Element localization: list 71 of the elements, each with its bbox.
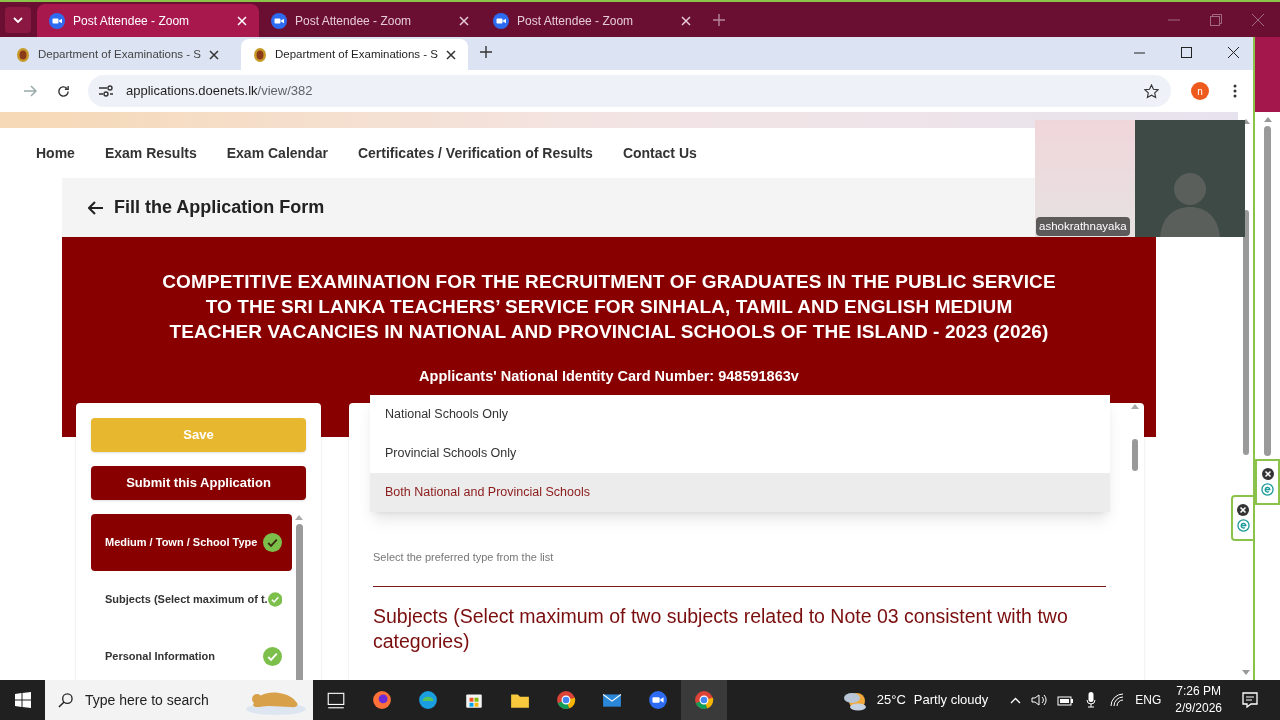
new-tab-icon[interactable] — [480, 46, 492, 58]
exam-title: COMPETITIVE EXAMINATION FOR THE RECRUITMENT OF GRADUATES IN THE PUBLIC SERVICE TO THE SRI LANKA TEACHERS’ SERVICE FOR SINHALA, TAMIL AND ENGLISH MEDIUM TEACHER VACANCIES IN NATIONAL AND PROVINCIAL SCHOOLS OF THE ISLAND - 2023 (2026) — [162, 270, 1056, 344]
field-hint: Select the preferred type from the list — [373, 550, 555, 565]
weather-condition[interactable]: Partly cloudy — [913, 690, 989, 710]
section-nav-item[interactable]: Medium / Town / School Type — [91, 514, 292, 571]
nav-link[interactable]: Contact Us — [622, 142, 697, 164]
zoom-tab[interactable]: Post Attendee - Zoom — [481, 4, 703, 37]
edge-icon[interactable] — [418, 690, 438, 710]
temperature[interactable]: 25°C — [876, 690, 906, 710]
site-settings-icon[interactable] — [98, 84, 114, 98]
chrome-icon[interactable] — [694, 690, 714, 710]
dropdown-option[interactable]: National Schools Only — [370, 395, 1110, 434]
extension-widget[interactable] — [1255, 459, 1280, 505]
zoom-tab[interactable]: Post Attendee - Zoom — [259, 4, 481, 37]
nic-number: Applicants' National Identity Card Number: 948591863v — [419, 367, 799, 386]
emblem-icon — [253, 46, 267, 63]
close-icon[interactable] — [1228, 47, 1239, 58]
clock-time: 7:26 PM — [1176, 683, 1221, 700]
clock[interactable]: 7:26 PM 2/9/2026 — [1175, 683, 1222, 717]
speaker-icon[interactable] — [1031, 693, 1048, 707]
notification-icon[interactable] — [1242, 692, 1258, 708]
search-placeholder: Type here to search — [85, 690, 209, 710]
video-camera-icon — [49, 12, 65, 29]
zoom-app-icon[interactable] — [648, 690, 668, 710]
page-title: Fill the Application Form — [114, 196, 325, 219]
participant-name: ashokrathnayaka — [1036, 216, 1130, 236]
video-camera-icon — [271, 12, 287, 29]
bookmark-star-icon[interactable] — [1144, 83, 1159, 99]
zoom-tab[interactable]: Post Attendee - Zoom — [37, 4, 259, 37]
url-text: applications.doenets.lk/view/382 — [126, 82, 313, 101]
input-language[interactable]: ENG — [1135, 691, 1162, 709]
windows-start-icon[interactable] — [15, 692, 31, 708]
nav-link[interactable]: Exam Calendar — [226, 142, 328, 164]
maximize-icon[interactable] — [1181, 47, 1192, 58]
close-icon[interactable] — [209, 49, 219, 60]
chevron-down-icon — [13, 16, 23, 23]
wifi-icon[interactable] — [1110, 693, 1126, 707]
task-view-icon[interactable] — [326, 690, 346, 710]
battery-icon[interactable] — [1057, 694, 1075, 706]
search-icon — [58, 692, 73, 708]
browser-tab[interactable]: Department of Examinations - S — [4, 39, 231, 70]
close-icon[interactable] — [1237, 504, 1249, 516]
scroll-down-icon[interactable] — [1241, 670, 1250, 676]
firefox-icon[interactable] — [372, 690, 392, 710]
dropdown-option[interactable]: Provincial Schools Only — [370, 434, 1110, 473]
extension-widget[interactable] — [1231, 495, 1253, 541]
tab-list-button[interactable] — [5, 6, 31, 33]
nav-link[interactable]: Exam Results — [104, 142, 197, 164]
address-bar[interactable]: applications.doenets.lk/view/382 — [88, 75, 1171, 107]
scrollbar[interactable] — [295, 514, 303, 680]
browser-tab[interactable]: Department of Examinations - S — [241, 39, 468, 70]
chrome-icon[interactable] — [556, 690, 576, 710]
menu-icon[interactable] — [1233, 84, 1237, 98]
submit-button[interactable]: Submit this Application — [91, 466, 306, 500]
window-scrollbar[interactable] — [1264, 126, 1271, 456]
reload-icon[interactable] — [57, 84, 70, 98]
close-icon[interactable] — [1261, 468, 1274, 480]
back-arrow-icon[interactable] — [88, 200, 104, 215]
dropdown-option[interactable]: Both National and Provincial Schools — [370, 473, 1110, 512]
close-icon[interactable] — [446, 49, 456, 60]
microphone-icon[interactable] — [1086, 692, 1097, 708]
section-heading: Subjects (Select maximum of two subjects related to Note 03 consistent with two categories) — [373, 603, 1069, 654]
search-field[interactable]: Type here to search — [45, 680, 313, 720]
video-camera-icon — [493, 12, 509, 29]
emblem-icon — [16, 46, 30, 63]
nav-link[interactable]: Home — [36, 142, 75, 164]
restore-icon[interactable] — [1210, 13, 1222, 26]
new-tab-icon[interactable] — [713, 13, 725, 26]
clock-date: 2/9/2026 — [1175, 700, 1222, 717]
chevron-up-icon[interactable] — [1010, 696, 1022, 704]
nav-link[interactable]: Certificates / Verification of Results — [357, 142, 593, 164]
